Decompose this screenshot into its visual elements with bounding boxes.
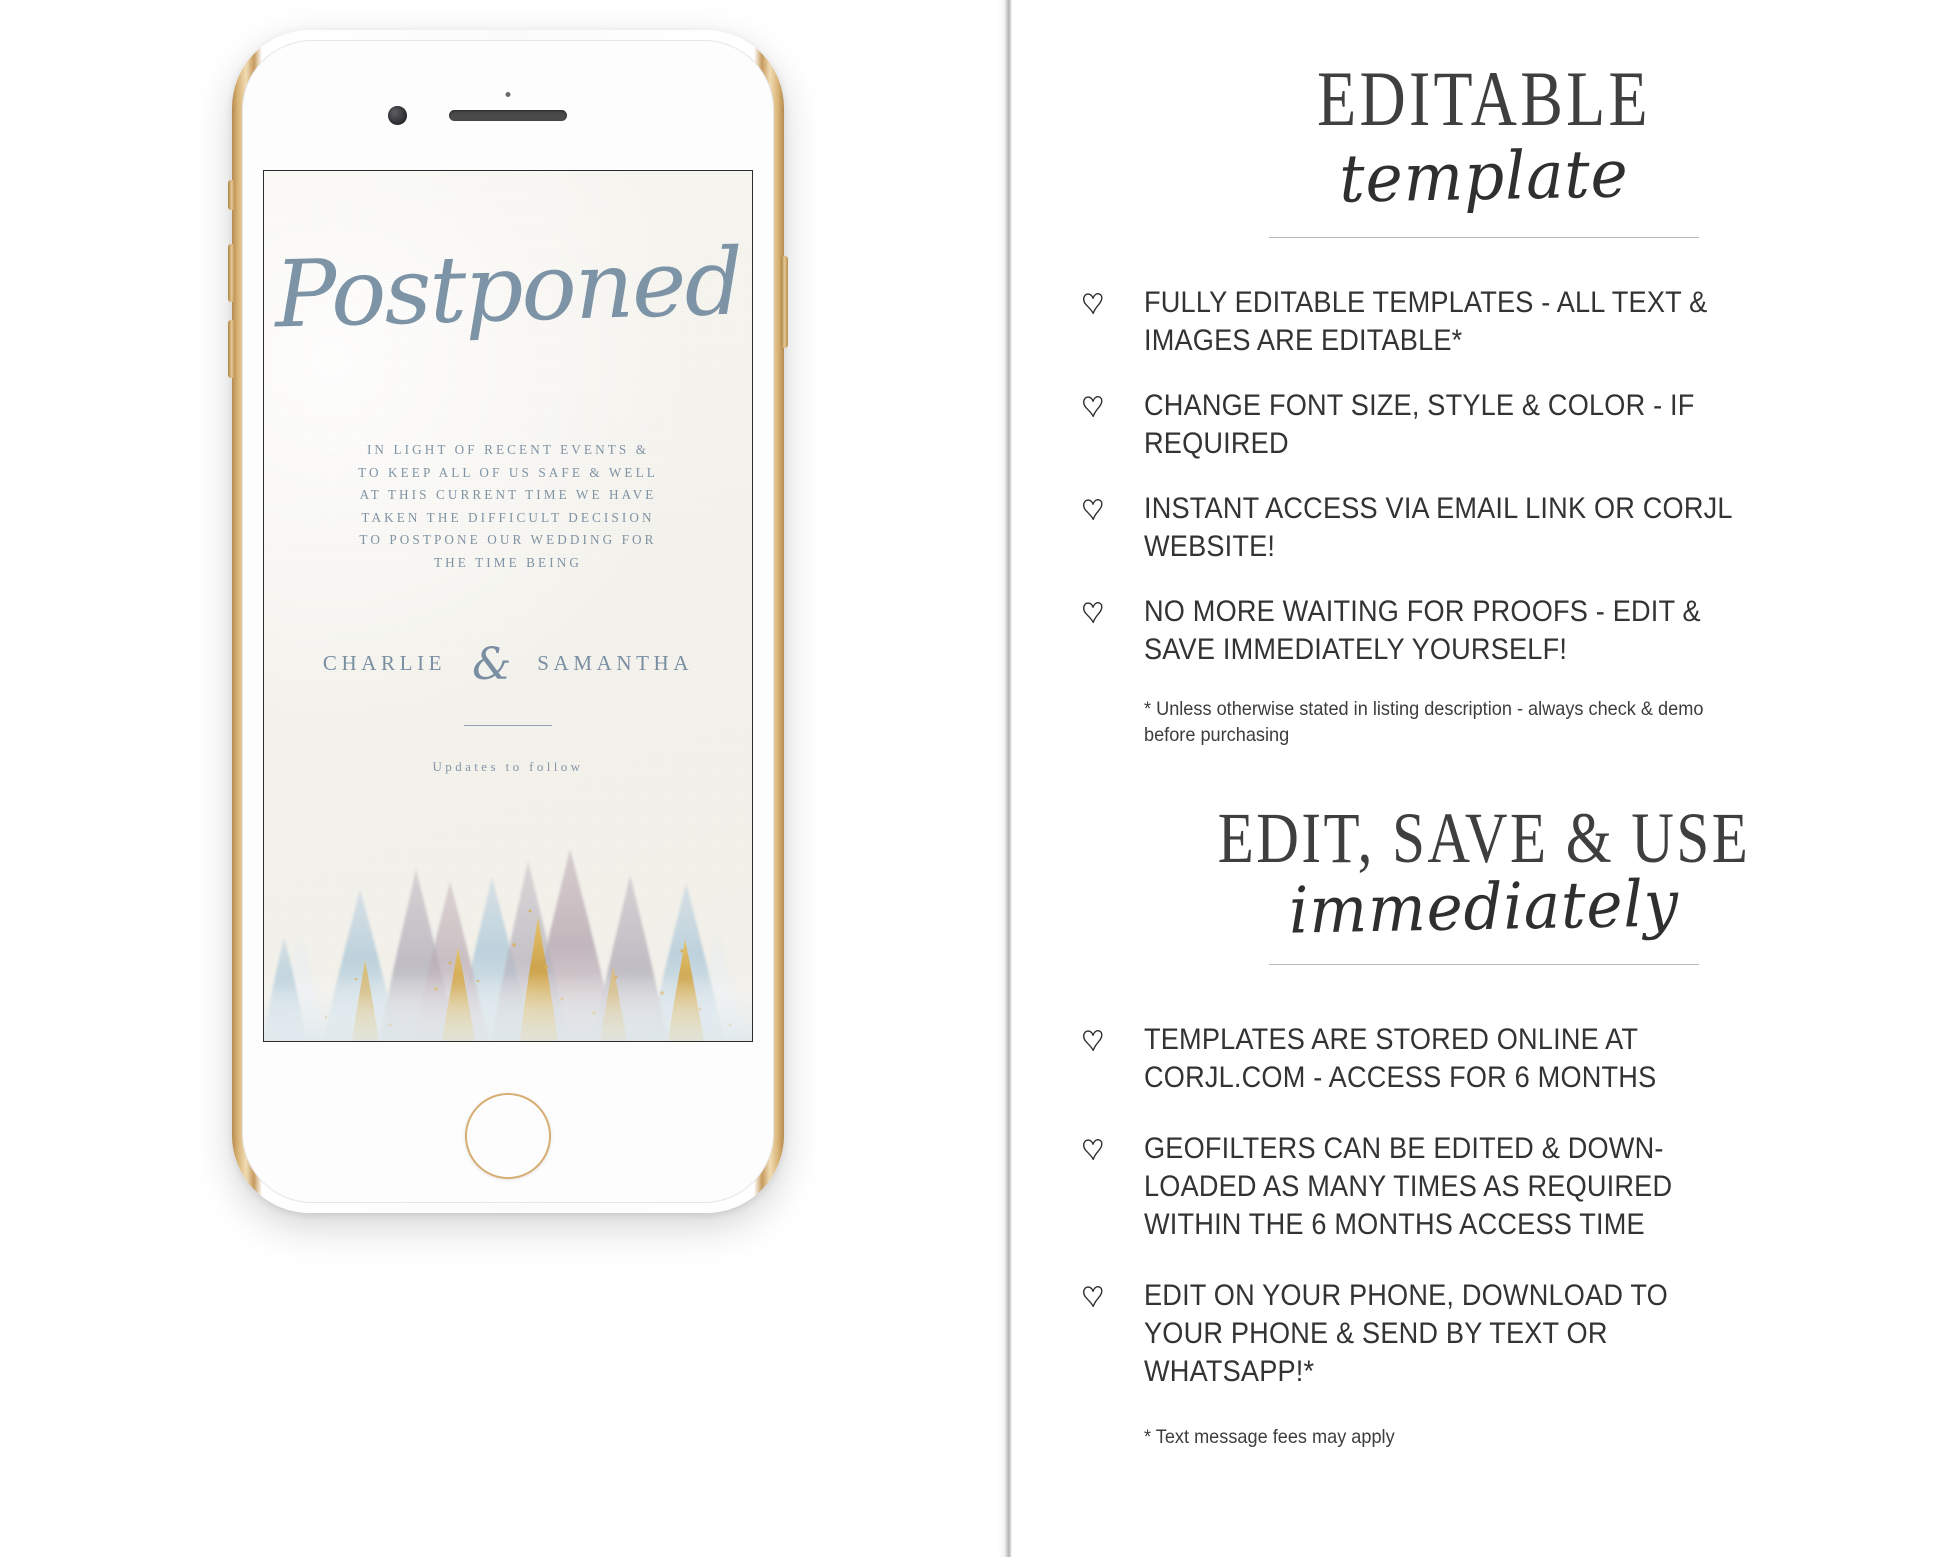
info-panel: EDITABLE template FULLY EDITABLE TEMPLAT… [1000, 0, 1946, 1557]
card-body-text: IN LIGHT OF RECENT EVENTS & TO KEEP ALL … [302, 439, 714, 574]
body-line: AT THIS CURRENT TIME WE HAVE [359, 487, 657, 502]
heart-outline-icon [1083, 1029, 1103, 1052]
body-line: TAKEN THE DIFFICULT DECISION [361, 509, 655, 525]
list-item-label: FULLY EDITABLE TEMPLATES - ALL TEXT & IM… [1144, 286, 1708, 358]
list-item: GEOFILTERS CAN BE EDITED & DOWN-LOADED A… [1082, 1130, 1886, 1244]
list-item-label: EDIT ON YOUR PHONE, DOWNLOAD TO YOUR PHO… [1144, 1278, 1668, 1388]
heart-outline-icon [1083, 1138, 1103, 1161]
heading-one-line1: EDITABLE [1317, 55, 1651, 142]
heading-two-divider [1269, 963, 1699, 965]
name-left: CHARLIE [322, 650, 447, 675]
heart-outline-icon [1083, 1285, 1103, 1308]
volume-down-button[interactable] [228, 320, 235, 378]
list-item: EDIT ON YOUR PHONE, DOWNLOAD TO YOUR PHO… [1082, 1277, 1886, 1391]
phone-mockup-panel: Postponed IN LIGHT OF RECENT EVENTS & TO… [0, 0, 1000, 1557]
ampersand-icon: & [472, 639, 512, 690]
feature-list-one: FULLY EDITABLE TEMPLATES - ALL TEXT & IM… [1082, 284, 1886, 748]
phone-device: Postponed IN LIGHT OF RECENT EVENTS & TO… [228, 30, 788, 1213]
list-item: NO MORE WAITING FOR PROOFS - EDIT & SAVE… [1082, 593, 1886, 669]
heading-one-line2: template [1338, 135, 1630, 218]
list-item: INSTANT ACCESS VIA EMAIL LINK OR CORJL W… [1082, 490, 1886, 566]
list-item-label: NO MORE WAITING FOR PROOFS - EDIT & SAVE… [1144, 595, 1701, 667]
phone-screen[interactable]: Postponed IN LIGHT OF RECENT EVENTS & TO… [263, 170, 753, 1042]
heading-one-divider [1269, 237, 1699, 239]
list-item: TEMPLATES ARE STORED ONLINE AT CORJL.COM… [1082, 1021, 1886, 1097]
footnote-two: * Text message fees may apply [1144, 1425, 1395, 1448]
body-line: TO KEEP ALL OF US SAFE & WELL [358, 464, 658, 480]
feature-list-two: TEMPLATES ARE STORED ONLINE AT CORJL.COM… [1082, 1021, 1886, 1450]
heart-outline-icon [1083, 396, 1103, 418]
heading-two-line2: immediately [1288, 867, 1680, 949]
list-item-label: INSTANT ACCESS VIA EMAIL LINK OR CORJL W… [1144, 492, 1732, 564]
body-line: TO POSTPONE OUR WEDDING FOR [359, 532, 657, 547]
power-button[interactable] [781, 256, 788, 348]
proximity-sensor-icon [505, 92, 511, 97]
footnote-one: * Unless otherwise stated in listing des… [1144, 698, 1704, 747]
name-right: SAMANTHA [537, 650, 694, 675]
volume-up-button[interactable] [228, 244, 235, 302]
heart-outline-icon [1083, 499, 1103, 521]
couple-names: CHARLIE & SAMANTHA [264, 639, 752, 690]
heading-two-line1: EDIT, SAVE & USE [1217, 798, 1751, 879]
home-button[interactable] [465, 1093, 551, 1179]
card-title: Postponed [273, 228, 743, 349]
earpiece-speaker [449, 110, 567, 121]
heart-outline-icon [1083, 602, 1103, 624]
heart-outline-icon [1083, 293, 1103, 315]
list-item: CHANGE FONT SIZE, STYLE & COLOR - IF REQ… [1082, 387, 1886, 463]
front-camera-icon [388, 106, 407, 125]
list-item: FULLY EDITABLE TEMPLATES - ALL TEXT & IM… [1082, 284, 1886, 360]
silent-switch[interactable] [228, 180, 235, 210]
list-item-label: CHANGE FONT SIZE, STYLE & COLOR - IF REQ… [1144, 389, 1695, 461]
invitation-card-content: Postponed IN LIGHT OF RECENT EVENTS & TO… [264, 171, 752, 1041]
card-divider [464, 725, 552, 726]
list-item-label: GEOFILTERS CAN BE EDITED & DOWN-LOADED A… [1144, 1131, 1673, 1241]
list-item-label: TEMPLATES ARE STORED ONLINE AT CORJL.COM… [1144, 1022, 1657, 1094]
listing-image: Postponed IN LIGHT OF RECENT EVENTS & TO… [0, 0, 1946, 1557]
card-updates-note: Updates to follow [432, 759, 584, 774]
heading-editable-template: EDITABLE template [1082, 55, 1886, 239]
body-line: THE TIME BEING [434, 554, 582, 570]
heading-edit-save-use: EDIT, SAVE & USE immediately [1082, 798, 1886, 965]
body-line: IN LIGHT OF RECENT EVENTS & [366, 442, 650, 457]
